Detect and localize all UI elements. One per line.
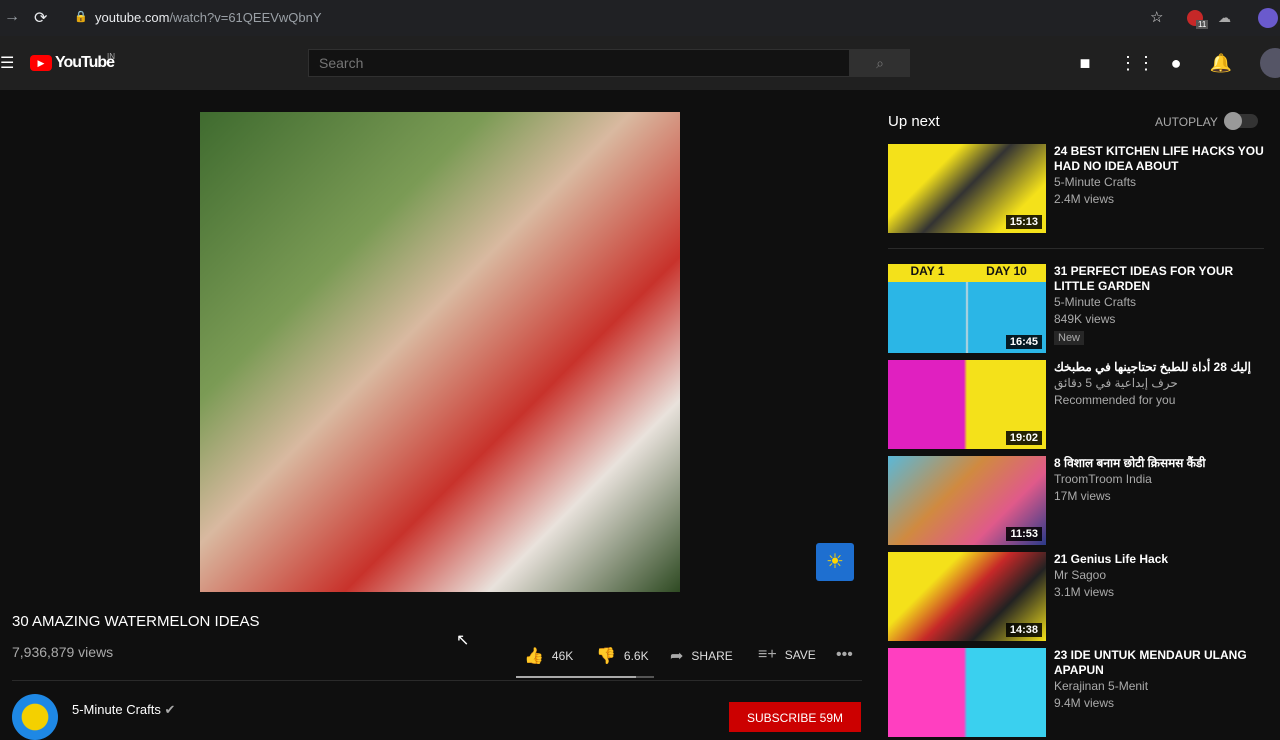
- share-button[interactable]: ➦ SHARE: [670, 646, 733, 666]
- search-button[interactable]: ⌕: [850, 49, 910, 77]
- thumb-label: DAY 1: [910, 264, 945, 278]
- divider: [12, 680, 862, 681]
- view-count: 849K views: [1054, 312, 1116, 326]
- share-label: SHARE: [691, 649, 733, 663]
- divider: [888, 248, 1264, 249]
- up-next-heading: Up next: [888, 113, 940, 130]
- channel-name-text: Kerajinan 5-Menit: [1054, 679, 1149, 693]
- sentiment-bar: [516, 676, 654, 678]
- region-label: IN: [107, 52, 115, 61]
- url-domain: youtube.com: [95, 10, 170, 25]
- view-count: 2.4M views: [1054, 192, 1115, 206]
- channel-name: 5-Minute Crafts: [1054, 294, 1264, 311]
- sentiment-bar-fill: [516, 676, 637, 678]
- more-icon: •••: [836, 646, 853, 663]
- bookmark-star-icon[interactable]: ☆: [1150, 8, 1163, 26]
- duration-badge: 16:45: [1005, 335, 1042, 349]
- channel-avatar[interactable]: [12, 694, 58, 740]
- channel-name[interactable]: 5-Minute Crafts ✔: [72, 702, 175, 718]
- like-button[interactable]: 👍 46K: [524, 646, 573, 666]
- channel-name-text: 5-Minute Crafts: [72, 702, 161, 717]
- dislike-count: 6.6K: [623, 649, 649, 663]
- subscribe-button[interactable]: SUBSCRIBE 59M: [729, 702, 861, 732]
- duration-badge: 19:02: [1005, 431, 1042, 445]
- autoplay-toggle[interactable]: [1224, 112, 1258, 130]
- save-label: SAVE: [784, 648, 816, 662]
- video-title[interactable]: 24 BEST KITCHEN LIFE HACKS YOU HAD NO ID…: [1054, 144, 1264, 174]
- video-title[interactable]: 21 Genius Life Hack: [1054, 552, 1264, 567]
- video-title[interactable]: 23 IDE UNTUK MENDAUR ULANG APAPUN: [1054, 648, 1264, 678]
- channel-name-text: 5-Minute Crafts: [1054, 295, 1137, 309]
- channel-name: حرف إبداعية في 5 دقائق: [1054, 375, 1264, 392]
- reload-icon[interactable]: ⟳: [34, 8, 47, 28]
- search-icon: ⌕: [876, 55, 884, 71]
- duration-badge: 14:38: [1005, 623, 1042, 637]
- view-count: Recommended for you: [1054, 393, 1176, 407]
- video-title[interactable]: 8 विशाल बनाम छोटी क्रिसमस कैंडी: [1054, 456, 1264, 471]
- video-thumbnail[interactable]: DAY 1 DAY 10 16:45: [888, 264, 1046, 353]
- address-bar[interactable]: youtube.com/watch?v=61QEEVwQbnY: [95, 10, 322, 25]
- duration-badge: 15:13: [1005, 215, 1042, 229]
- browser-toolbar: → ⟳ 🔒 youtube.com/watch?v=61QEEVwQbnY ☆ …: [0, 0, 1280, 36]
- channel-name-text: Mr Sagoo: [1054, 568, 1107, 582]
- verified-icon: ✔: [164, 702, 176, 717]
- menu-icon[interactable]: ☰: [0, 53, 14, 73]
- up-next-video[interactable]: 11:53 8 विशाल बनाम छोटी क्रिसमस कैंडी Troo…: [888, 456, 1268, 546]
- search-input[interactable]: [308, 49, 850, 77]
- autoplay-label: AUTOPLAY: [1155, 115, 1218, 129]
- apps-grid-icon[interactable]: ⋮⋮: [1119, 52, 1155, 74]
- duration-badge: 11:53: [1006, 527, 1042, 541]
- view-count: 17M views: [1054, 489, 1111, 503]
- view-count: 7,936,879 views: [12, 644, 114, 660]
- messages-icon[interactable]: ●: [1164, 52, 1188, 74]
- youtube-logo-text[interactable]: YouTube: [55, 54, 115, 72]
- profile-avatar[interactable]: [1258, 8, 1278, 28]
- video-thumbnail[interactable]: 14:38: [888, 552, 1046, 641]
- youtube-logo-icon[interactable]: ▶: [30, 55, 52, 71]
- lock-icon: 🔒: [74, 11, 88, 23]
- up-next-video[interactable]: 19:02 إليك 28 أداة للطبخ تحتاجينها في مطب…: [888, 360, 1268, 450]
- more-actions-button[interactable]: •••: [836, 646, 853, 664]
- channel-name: TroomTroom India: [1054, 471, 1264, 488]
- channel-name: Kerajinan 5-Menit: [1054, 678, 1264, 695]
- video-title[interactable]: إليك 28 أداة للطبخ تحتاجينها في مطبخك: [1054, 360, 1264, 375]
- channel-name: 5-Minute Crafts: [1054, 174, 1264, 191]
- video-thumbnail[interactable]: 11:53: [888, 456, 1046, 545]
- like-count: 46K: [551, 649, 574, 663]
- video-thumbnail[interactable]: 19:02: [888, 360, 1046, 449]
- video-title[interactable]: 31 PERFECT IDEAS FOR YOUR LITTLE GARDEN: [1054, 264, 1264, 294]
- channel-name-text: 5-Minute Crafts: [1054, 175, 1137, 189]
- thumbs-down-icon: 👎: [596, 648, 616, 665]
- channel-name-text: حرف إبداعية في 5 دقائق: [1054, 376, 1178, 390]
- notifications-bell-icon[interactable]: 🔔: [1209, 52, 1233, 74]
- view-count: 3.1M views: [1054, 585, 1115, 599]
- forward-icon[interactable]: →: [4, 8, 20, 26]
- up-next-video[interactable]: DAY 1 DAY 10 16:45 31 PERFECT IDEAS FOR YOU…: [888, 264, 1268, 354]
- thumbs-up-icon: 👍: [524, 648, 544, 665]
- video-thumbnail[interactable]: 15:13: [888, 144, 1046, 233]
- video-player[interactable]: [200, 112, 680, 592]
- new-badge: New: [1054, 331, 1085, 345]
- extension-badge: 11: [1196, 20, 1209, 29]
- video-title: 30 AMAZING WATERMELON IDEAS: [12, 613, 260, 630]
- thumb-label: DAY 10: [986, 264, 1027, 278]
- video-thumbnail[interactable]: [888, 648, 1046, 737]
- channel-name: Mr Sagoo: [1054, 567, 1264, 584]
- dislike-button[interactable]: 👎 6.6K: [596, 646, 649, 666]
- toggle-knob: [1224, 112, 1242, 130]
- save-button[interactable]: ≡+ SAVE: [758, 646, 816, 664]
- playlist-add-icon: ≡+: [758, 646, 777, 663]
- up-next-video[interactable]: 14:38 21 Genius Life Hack Mr Sagoo 3.1M vie…: [888, 552, 1268, 642]
- up-next-video[interactable]: 15:13 24 BEST KITCHEN LIFE HACKS YOU HAD …: [888, 144, 1268, 234]
- view-count: 9.4M views: [1054, 696, 1115, 710]
- url-path: /watch?v=61QEEVwQbnY: [169, 10, 322, 25]
- channel-name-text: TroomTroom India: [1054, 472, 1152, 486]
- channel-watermark-icon[interactable]: ☀: [816, 543, 854, 581]
- mouse-cursor-icon: ↖: [456, 632, 470, 649]
- share-icon: ➦: [670, 648, 684, 665]
- extension-cloud-icon[interactable]: ☁: [1218, 10, 1231, 26]
- create-video-icon[interactable]: ■: [1073, 52, 1097, 74]
- up-next-video[interactable]: 23 IDE UNTUK MENDAUR ULANG APAPUN Kerajin…: [888, 648, 1268, 738]
